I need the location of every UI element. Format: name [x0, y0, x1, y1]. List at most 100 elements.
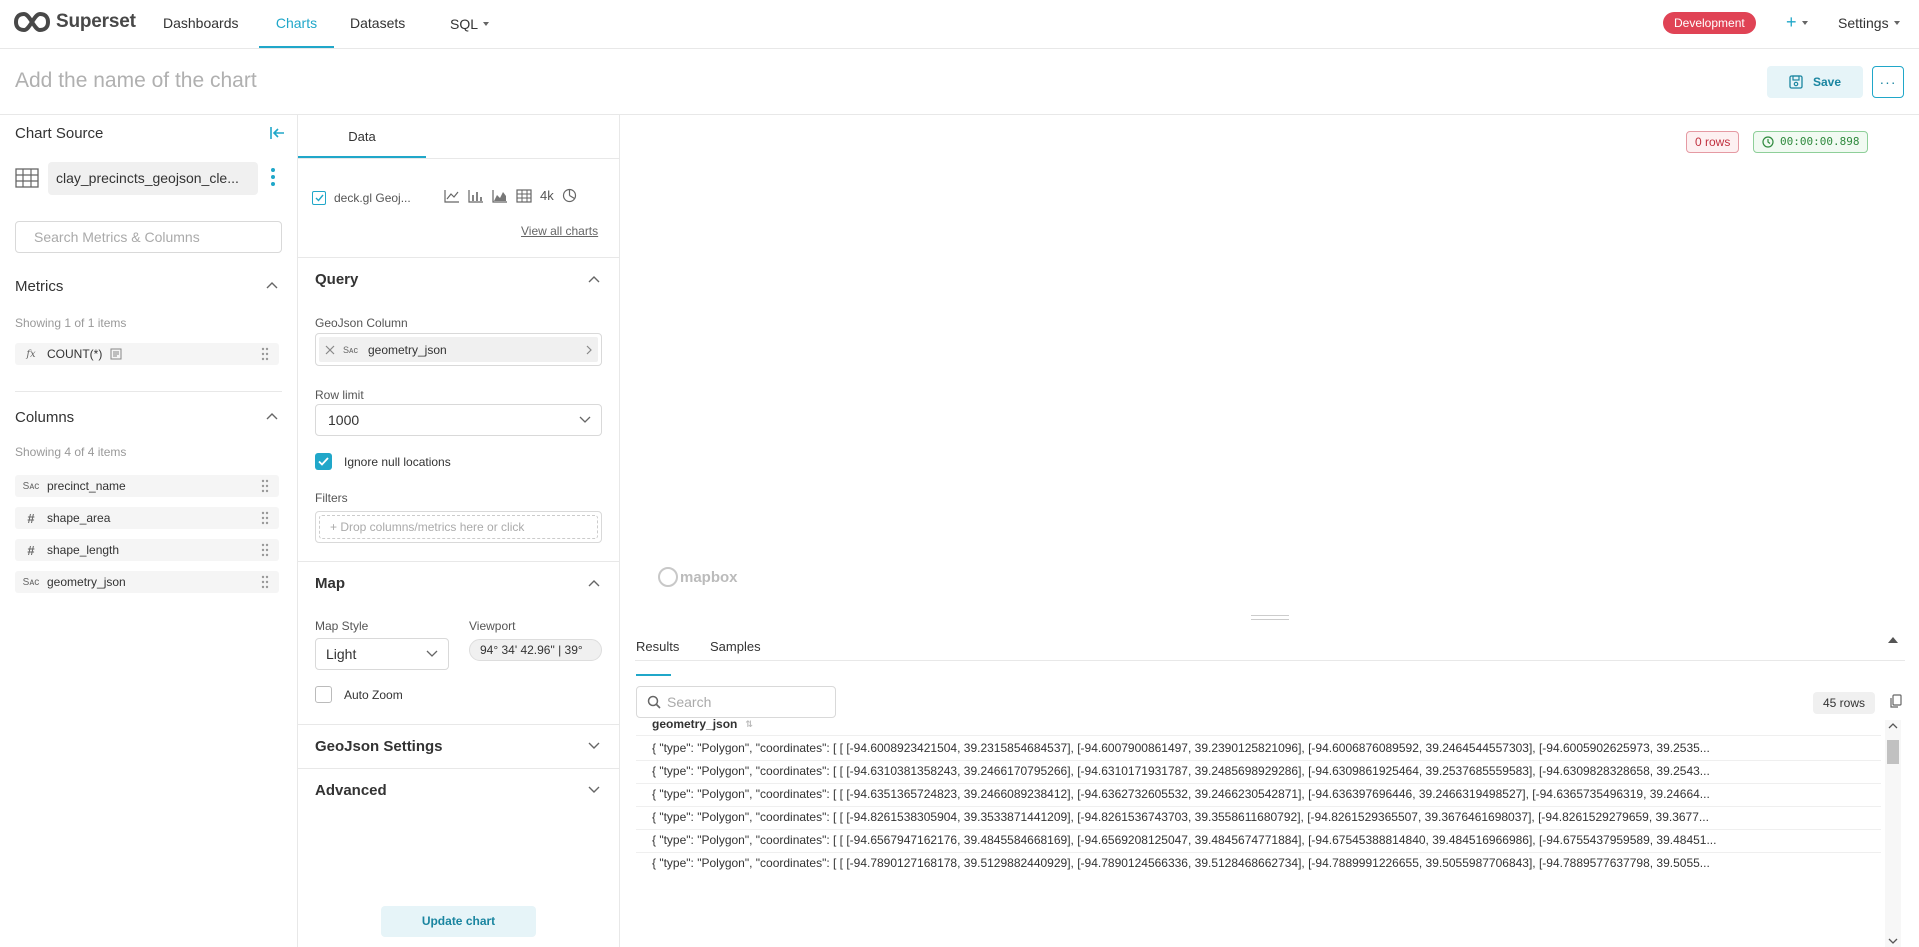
line-chart-icon[interactable] — [444, 189, 460, 203]
area-chart-icon[interactable] — [492, 189, 508, 203]
scroll-up-arrow-icon[interactable] — [1888, 723, 1898, 729]
brand-name: Superset — [56, 11, 136, 32]
scroll-down-arrow-icon[interactable] — [1888, 938, 1898, 944]
chevron-up-icon — [588, 276, 600, 283]
drag-handle-icon[interactable] — [261, 479, 269, 493]
metrics-section-title[interactable]: Metrics — [15, 278, 63, 295]
viewport-label: Viewport — [469, 619, 516, 633]
metric-name: COUNT(*) — [47, 347, 103, 361]
chart-source-title: Chart Source — [15, 125, 104, 142]
filters-drop-zone[interactable]: + Drop columns/metrics here or click — [315, 511, 602, 543]
clock-icon — [1762, 136, 1774, 148]
collapse-panel-icon[interactable] — [269, 125, 285, 141]
column-header-label: geometry_json — [652, 717, 738, 731]
table-row: { "type": "Polygon", "coordinates": [ [ … — [652, 764, 1710, 778]
results-row-count: 45 rows — [1813, 692, 1876, 714]
column-item[interactable]: # shape_area — [15, 507, 279, 529]
metric-item[interactable]: fx COUNT(*) — [15, 343, 279, 365]
chevron-right-icon — [586, 345, 592, 355]
new-item-menu[interactable]: + — [1786, 12, 1808, 33]
auto-zoom-checkbox[interactable] — [315, 686, 332, 703]
query-timer-badge: 00:00:00.898 — [1753, 131, 1869, 153]
chevron-down-icon — [426, 650, 438, 657]
update-chart-button[interactable]: Update chart — [381, 906, 536, 937]
scroll-thumb[interactable] — [1887, 740, 1899, 764]
dataset-name[interactable]: clay_precincts_geojson_cle... — [48, 162, 258, 195]
drag-handle-icon[interactable] — [261, 575, 269, 589]
table-row: { "type": "Polygon", "coordinates": [ [ … — [652, 787, 1710, 801]
nav-dashboards[interactable]: Dashboards — [163, 0, 239, 48]
row-limit-select[interactable]: 1000 — [315, 404, 602, 436]
chevron-up-icon[interactable] — [266, 281, 278, 289]
tab-samples[interactable]: Samples — [710, 639, 761, 676]
ignore-null-checkbox[interactable] — [315, 453, 332, 470]
nav-sql-label: SQL — [450, 16, 479, 32]
datasource-panel: Chart Source clay_precincts_geojson_cle.… — [0, 115, 298, 947]
column-name: shape_length — [47, 543, 120, 557]
results-search-input[interactable]: Search — [636, 686, 836, 718]
nav-charts[interactable]: Charts — [259, 0, 334, 48]
tab-results[interactable]: Results — [636, 639, 679, 676]
search-metrics-columns-input[interactable]: Search Metrics & Columns — [15, 221, 282, 253]
column-name: shape_area — [47, 511, 111, 525]
drag-handle-icon[interactable] — [261, 511, 269, 525]
environment-badge: Development — [1663, 12, 1756, 34]
dataset-more-icon[interactable] — [270, 167, 276, 187]
resize-handle[interactable] — [1251, 615, 1289, 620]
drag-handle-icon[interactable] — [261, 543, 269, 557]
map-style-select[interactable]: Light — [315, 638, 449, 670]
copy-icon[interactable] — [1889, 694, 1902, 709]
close-icon[interactable] — [325, 345, 335, 355]
query-section-header[interactable]: Query — [298, 257, 620, 301]
viz-type-selected[interactable]: deck.gl Geoj... — [312, 186, 411, 210]
column-item[interactable]: Sᴀᴄ precinct_name — [15, 475, 279, 497]
column-name: precinct_name — [47, 479, 126, 493]
chevron-down-icon — [1893, 21, 1900, 25]
controls-panel: Data deck.gl Geoj... 4k View all charts … — [298, 115, 620, 947]
column-name: geometry_json — [47, 575, 126, 589]
numeric-type-icon: # — [27, 510, 35, 526]
table-row: { "type": "Polygon", "coordinates": [ [ … — [652, 810, 1709, 824]
chevron-up-icon[interactable] — [266, 412, 278, 420]
results-search-placeholder: Search — [667, 694, 712, 710]
settings-label: Settings — [1838, 15, 1889, 31]
chevron-down-icon — [1801, 20, 1808, 25]
columns-count: Showing 4 of 4 items — [15, 445, 127, 459]
map-section-header[interactable]: Map — [298, 561, 620, 605]
big-number-icon[interactable]: 4k — [540, 188, 554, 203]
tab-data[interactable]: Data — [298, 115, 426, 158]
table-chart-icon[interactable] — [516, 188, 532, 203]
plus-icon: + — [1786, 12, 1797, 32]
viewport-control[interactable]: 94° 34' 42.96" | 39° — [469, 639, 602, 661]
chart-name-input[interactable]: Add the name of the chart — [15, 69, 257, 93]
nav-sql-menu[interactable]: SQL — [450, 0, 490, 48]
more-options-button[interactable]: ··· — [1872, 66, 1904, 98]
viz-type-label: deck.gl Geoj... — [334, 191, 411, 205]
advanced-section-header[interactable]: Advanced — [298, 768, 620, 812]
pie-chart-icon[interactable] — [562, 188, 577, 203]
nav-datasets[interactable]: Datasets — [350, 0, 405, 48]
map-style-value: Light — [326, 646, 357, 662]
columns-section-title[interactable]: Columns — [15, 409, 74, 426]
view-all-charts-link[interactable]: View all charts — [521, 224, 598, 238]
query-section-title: Query — [315, 271, 359, 288]
bar-chart-icon[interactable] — [468, 189, 484, 203]
row-limit-label: Row limit — [315, 388, 364, 402]
results-scrollbar[interactable] — [1885, 720, 1901, 947]
viz-type-shortcuts: 4k — [444, 188, 577, 203]
filters-label: Filters — [315, 491, 348, 505]
geojson-settings-header[interactable]: GeoJson Settings — [298, 724, 620, 768]
superset-logo[interactable]: Superset — [14, 11, 136, 33]
save-button[interactable]: Save — [1767, 66, 1863, 98]
column-item[interactable]: Sᴀᴄ geometry_json — [15, 571, 279, 593]
drag-handle-icon[interactable] — [261, 347, 269, 361]
settings-menu[interactable]: Settings — [1838, 15, 1900, 31]
collapse-results-icon[interactable] — [1888, 636, 1898, 643]
rows-count-badge: 0 rows — [1686, 131, 1740, 153]
column-item[interactable]: # shape_length — [15, 539, 279, 561]
geojson-column-select[interactable]: Sᴀᴄ geometry_json — [315, 333, 602, 366]
string-type-icon: Sᴀᴄ — [22, 480, 40, 492]
column-header-geometry-json[interactable]: geometry_json ⇅ — [652, 717, 753, 731]
filters-placeholder: + Drop columns/metrics here or click — [319, 515, 598, 539]
top-navbar: Superset Dashboards Charts Datasets SQL … — [0, 0, 1919, 49]
